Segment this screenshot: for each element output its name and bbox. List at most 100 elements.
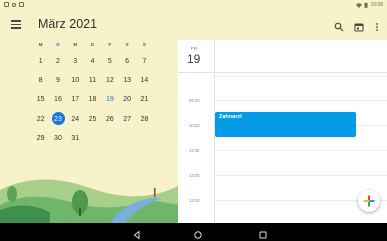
day-cell[interactable]: 24 (67, 112, 84, 127)
day-label: 24 (71, 115, 80, 123)
day-cell[interactable]: 20 (118, 92, 135, 107)
day-label: 22 (36, 115, 45, 123)
back-icon (133, 230, 140, 240)
day-cell-empty (84, 131, 101, 146)
day-cell-empty (101, 131, 118, 146)
day-cell-empty (136, 131, 153, 146)
day-cell[interactable]: 11 (84, 73, 101, 88)
day-cell[interactable]: 13 (118, 73, 135, 88)
hour-line (215, 76, 387, 77)
more-options-button[interactable] (373, 19, 381, 31)
day-cell[interactable]: 17 (67, 92, 84, 107)
day-cell[interactable]: 25 (84, 112, 101, 127)
hour-label: 11:00 (189, 148, 200, 153)
day-cell[interactable]: 18 (84, 92, 101, 107)
day-header: FR 19 (178, 40, 387, 73)
event-title: Zahnarzt (219, 114, 242, 120)
day-cell[interactable]: 8 (32, 73, 49, 88)
weekday-label: M (73, 42, 78, 47)
week-row: 1 2 3 4 5 6 7 (32, 52, 162, 71)
day-label: 4 (90, 58, 95, 66)
weekday-label: S (125, 42, 129, 47)
day-cell-empty (118, 131, 135, 146)
today-button[interactable] (354, 19, 364, 32)
notification-icon (4, 2, 9, 7)
day-label: 20 (123, 96, 132, 104)
day-cell[interactable]: 7 (136, 54, 153, 69)
status-time: 15:08 (370, 2, 383, 8)
day-label: 14 (140, 77, 149, 85)
day-label: 28 (140, 115, 149, 123)
day-cell[interactable]: 15 (32, 92, 49, 107)
day-label: 30 (54, 134, 62, 142)
day-label: 27 (123, 115, 132, 123)
day-cell[interactable]: 26 (101, 112, 118, 127)
week-row: 22 23 24 25 26 27 28 (32, 110, 162, 129)
day-cell[interactable]: 2 (49, 54, 66, 69)
event-block[interactable]: Zahnarzt (215, 112, 356, 137)
hour-label: 13:00 (189, 198, 200, 203)
day-label: 15 (36, 96, 45, 104)
navigation-bar (0, 223, 387, 241)
day-label: 26 (105, 115, 114, 123)
calendar-screen: 15:08 März 2021 M D M D F S S 1 2 3 4 5 … (0, 0, 387, 223)
search-button[interactable] (334, 19, 344, 32)
day-cell[interactable]: 5 (101, 54, 118, 69)
hour-label: 09:00 (189, 98, 200, 103)
plus-icon (363, 195, 375, 207)
wifi-icon (356, 2, 363, 8)
day-cell[interactable]: 29 (32, 131, 49, 146)
day-label: 19 (105, 96, 114, 104)
hour-label: 12:00 (189, 173, 200, 178)
day-label: 18 (88, 96, 97, 104)
day-cell[interactable]: 4 (84, 54, 101, 69)
home-icon (194, 231, 202, 239)
day-cell[interactable]: 23 (49, 111, 66, 127)
storage-icon (19, 2, 24, 7)
day-cell[interactable]: 31 (67, 131, 84, 146)
menu-button[interactable] (11, 20, 21, 29)
day-cell[interactable]: 22 (32, 112, 49, 127)
day-cell[interactable]: 27 (118, 112, 135, 127)
day-label: 21 (140, 96, 149, 104)
weekday-label: F (108, 42, 112, 47)
day-number[interactable]: 19 (187, 52, 200, 66)
day-weekday: FR (191, 46, 197, 51)
day-cell[interactable]: 9 (49, 73, 66, 88)
day-label: 7 (142, 58, 147, 66)
day-label: 25 (88, 115, 97, 123)
day-label: 17 (71, 96, 80, 104)
back-button[interactable] (132, 227, 142, 240)
day-cell[interactable]: 21 (136, 92, 153, 107)
recents-button[interactable] (258, 227, 268, 239)
day-cell[interactable]: 19 (101, 92, 118, 107)
day-cell[interactable]: 10 (67, 73, 84, 88)
hour-line (215, 150, 387, 151)
day-cell[interactable]: 6 (118, 54, 135, 69)
weekday-header-row: M D M D F S S (32, 42, 162, 52)
month-title[interactable]: März 2021 (38, 17, 97, 31)
hour-label: 10:00 (189, 123, 200, 128)
hour-line (215, 100, 387, 101)
calendar-today-icon (354, 23, 364, 32)
day-cell[interactable]: 1 (32, 54, 49, 69)
weekday-label: S (142, 42, 146, 47)
sync-icon (12, 2, 16, 7)
day-cell[interactable]: 30 (49, 131, 66, 146)
day-cell[interactable]: 14 (136, 73, 153, 88)
day-cell[interactable]: 12 (101, 73, 118, 88)
day-label: 9 (55, 77, 60, 85)
day-cell[interactable]: 3 (67, 54, 84, 69)
day-label: 10 (71, 77, 80, 85)
weekday-label: D (90, 42, 95, 47)
day-label: 5 (107, 58, 112, 66)
day-label: 29 (36, 134, 45, 142)
home-button[interactable] (193, 227, 203, 239)
create-event-button[interactable] (358, 190, 380, 212)
day-cell[interactable]: 28 (136, 112, 153, 127)
day-label: 3 (73, 58, 78, 66)
day-label: 2 (55, 58, 60, 66)
day-cell[interactable]: 16 (49, 92, 66, 107)
day-label: 13 (123, 77, 132, 85)
day-label: 6 (125, 58, 130, 66)
